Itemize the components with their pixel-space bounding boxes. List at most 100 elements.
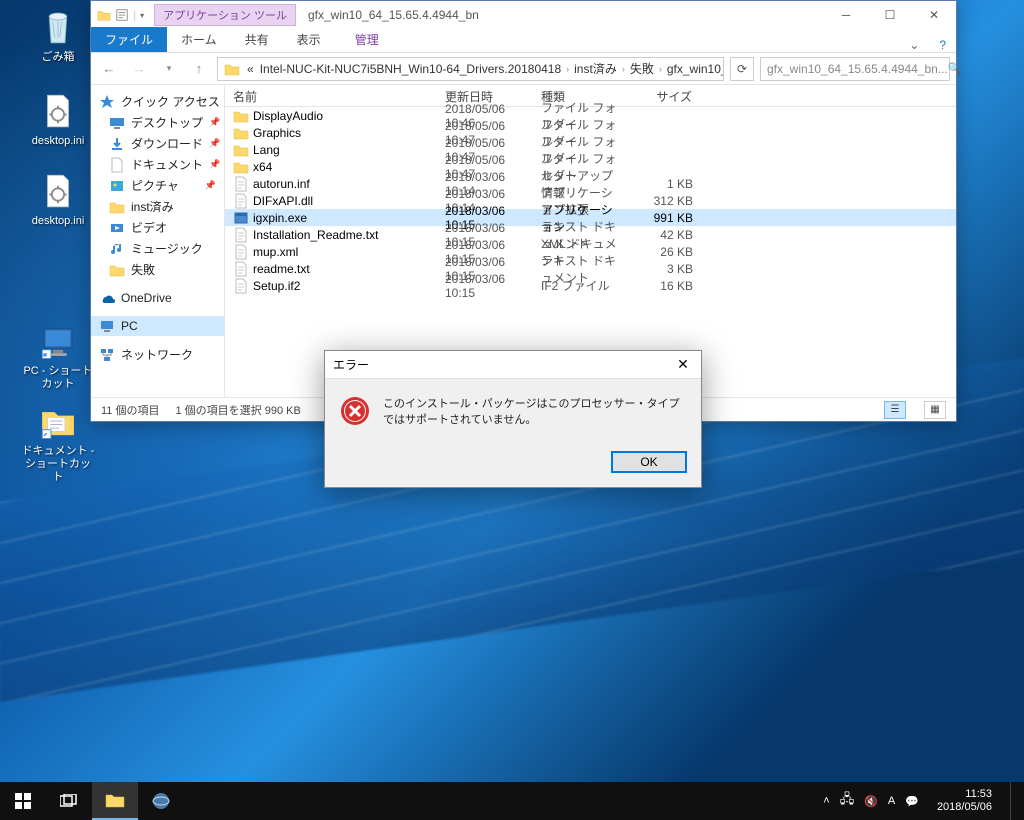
exe-icon (233, 210, 249, 226)
error-dialog: エラー ✕ このインストール・パッケージはこのプロセッサー・タイプではサポートさ… (324, 350, 702, 488)
titlebar[interactable]: | ▾ アプリケーション ツール gfx_win10_64_15.65.4.49… (91, 1, 956, 29)
nav-music[interactable]: ミュージック (91, 238, 224, 259)
tab-home[interactable]: ホーム (167, 27, 231, 52)
tray-volume-icon[interactable]: 🔇 (864, 795, 878, 808)
recycle-bin[interactable]: ごみ箱 (20, 6, 96, 64)
chevron-right-icon[interactable]: › (564, 64, 571, 74)
tab-share[interactable]: 共有 (231, 27, 283, 52)
task-view-button[interactable] (46, 782, 92, 820)
forward-button[interactable]: → (127, 57, 151, 81)
file-size: 312 KB (631, 194, 701, 208)
window-title: gfx_win10_64_15.65.4.4944_bn (296, 8, 824, 22)
taskbar: ˄ 🖧 🔇 A 💬 11:53 2018/05/06 (0, 782, 1024, 820)
folder-icon (233, 108, 249, 124)
file-icon (233, 176, 249, 192)
file-row[interactable]: readme.txt2018/03/06 10:15テキスト ドキュメント3 K… (225, 260, 956, 277)
file-icon (233, 261, 249, 277)
back-button[interactable]: ← (97, 57, 121, 81)
file-icon (233, 193, 249, 209)
file-row[interactable]: Setup.if22018/03/06 10:15IF2 ファイル16 KB (225, 277, 956, 294)
crumb-0[interactable]: Intel-NUC-Kit-NUC7i5BNH_Win10-64_Drivers… (257, 62, 564, 76)
nav-pc[interactable]: PC (91, 316, 224, 336)
pc-shortcut[interactable]: PC - ショートカット (20, 320, 96, 391)
folder-icon (233, 125, 249, 141)
col-name[interactable]: 名前 (225, 85, 437, 106)
nav-pictures[interactable]: ピクチャ📌 (91, 175, 224, 196)
chevron-right-icon[interactable]: › (657, 64, 664, 74)
start-button[interactable] (0, 782, 46, 820)
file-name: Graphics (253, 126, 301, 140)
file-icon (233, 227, 249, 243)
help-icon[interactable]: ? (929, 38, 956, 52)
taskbar-clock[interactable]: 11:53 2018/05/06 (929, 788, 1000, 814)
tab-view[interactable]: 表示 (283, 27, 335, 52)
tray-notifications-icon[interactable]: 💬 (905, 795, 919, 808)
qat-dropdown-icon[interactable]: ▾ (140, 11, 144, 20)
details-view-button[interactable]: ☰ (884, 401, 906, 419)
pin-icon: 📌 (209, 117, 220, 128)
nav-documents[interactable]: ドキュメント📌 (91, 154, 224, 175)
search-icon[interactable]: 🔍 (948, 62, 962, 75)
taskbar-app[interactable] (138, 782, 184, 820)
nav-network[interactable]: ネットワーク (91, 344, 224, 365)
nav-pane: クイック アクセス デスクトップ📌 ダウンロード📌 ドキュメント📌 ピクチャ📌 … (91, 85, 225, 397)
dialog-close-button[interactable]: ✕ (673, 356, 693, 373)
nav-onedrive[interactable]: OneDrive (91, 288, 224, 308)
address-bar: ← → ▾ ↑ « Intel-NUC-Kit-NUC7i5BNH_Win10-… (91, 53, 956, 85)
folder-icon (233, 159, 249, 175)
file-name: Lang (253, 143, 280, 157)
crumb-3[interactable]: gfx_win10_64_15.65.4.4944_bn (664, 62, 724, 76)
file-name: mup.xml (253, 245, 298, 259)
taskbar-explorer[interactable] (92, 782, 138, 820)
file-size: 16 KB (631, 279, 701, 293)
dialog-title: エラー (333, 356, 673, 373)
tray-expand-icon[interactable]: ˄ (823, 795, 829, 807)
pin-icon: 📌 (209, 138, 220, 149)
desktop-ini-1[interactable]: desktop.ini (20, 90, 96, 148)
file-name: Setup.if2 (253, 279, 300, 293)
dialog-titlebar[interactable]: エラー ✕ (325, 351, 701, 379)
ribbon-expand-icon[interactable]: ⌄ (899, 38, 929, 52)
pin-icon: 📌 (209, 159, 220, 170)
file-size: 42 KB (631, 228, 701, 242)
status-count: 11 個の項目 (101, 402, 159, 418)
nav-failed[interactable]: 失敗 (91, 259, 224, 280)
icons-view-button[interactable]: ▦ (924, 401, 946, 419)
documents-shortcut[interactable]: ドキュメント - ショートカット (20, 400, 96, 485)
up-button[interactable]: ↑ (187, 57, 211, 81)
status-selection: 1 個の項目を選択 990 KB (175, 402, 300, 418)
maximize-button[interactable]: ☐ (868, 1, 912, 29)
properties-icon[interactable] (115, 8, 129, 22)
file-name: DisplayAudio (253, 109, 323, 123)
desktop-ini-2[interactable]: desktop.ini (20, 170, 96, 228)
nav-inst[interactable]: inst済み (91, 196, 224, 217)
crumb-1[interactable]: inst済み (571, 60, 620, 77)
file-name: autorun.inf (253, 177, 310, 191)
nav-quick-access[interactable]: クイック アクセス (91, 91, 224, 112)
folder-icon (97, 8, 111, 22)
file-date: 2018/03/06 10:15 (437, 272, 533, 300)
crumb-2[interactable]: 失敗 (627, 60, 657, 77)
tray-network-icon[interactable]: 🖧 (840, 790, 855, 812)
refresh-button[interactable]: ⟳ (730, 57, 754, 81)
nav-videos[interactable]: ビデオ (91, 217, 224, 238)
tray-ime-icon[interactable]: A (888, 795, 895, 807)
chevron-right-icon[interactable]: › (620, 64, 627, 74)
breadcrumb[interactable]: « Intel-NUC-Kit-NUC7i5BNH_Win10-64_Drive… (217, 57, 724, 81)
pin-icon: 📌 (205, 180, 216, 191)
nav-desktop[interactable]: デスクトップ📌 (91, 112, 224, 133)
show-desktop-button[interactable] (1010, 782, 1016, 820)
ok-button[interactable]: OK (611, 451, 687, 473)
close-button[interactable]: ✕ (912, 1, 956, 29)
minimize-button[interactable]: ─ (824, 1, 868, 29)
tab-manage[interactable]: 管理 (335, 27, 399, 52)
file-icon (233, 278, 249, 294)
search-input[interactable]: gfx_win10_64_15.65.4.4944_bn... 🔍 (760, 57, 950, 81)
dialog-message: このインストール・パッケージはこのプロセッサー・タイプではサポートされていません… (383, 395, 687, 427)
file-size: 26 KB (631, 245, 701, 259)
recent-dropdown-icon[interactable]: ▾ (157, 57, 181, 81)
app-tools-tab[interactable]: アプリケーション ツール (154, 4, 296, 26)
col-size[interactable]: サイズ (631, 85, 701, 106)
tab-file[interactable]: ファイル (91, 27, 167, 52)
nav-downloads[interactable]: ダウンロード📌 (91, 133, 224, 154)
